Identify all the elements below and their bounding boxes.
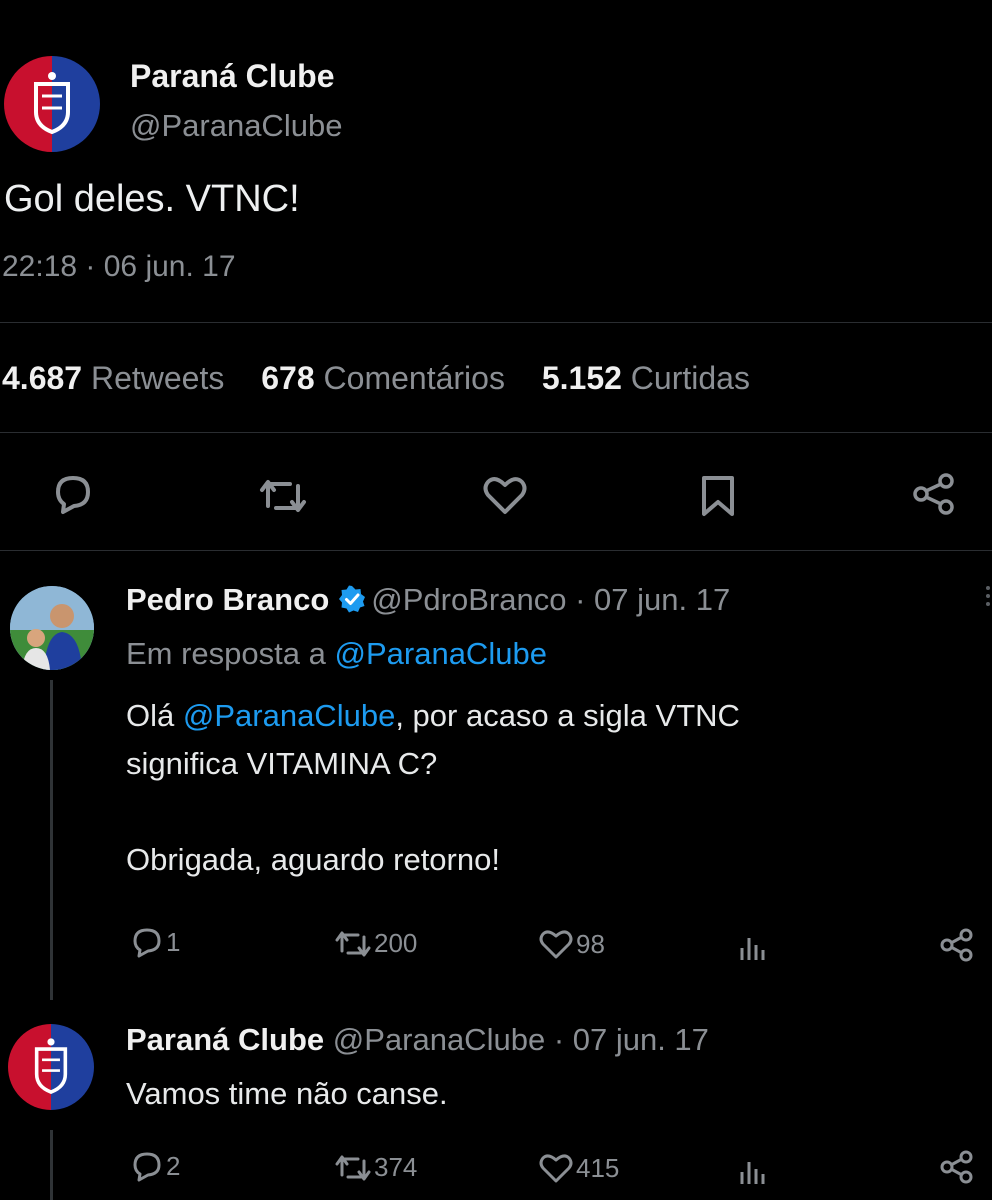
reply-date[interactable]: · 07 jun. 17 <box>575 582 730 617</box>
retweet-count: 200 <box>374 928 418 958</box>
views-icon <box>740 1162 765 1184</box>
like-icon <box>539 930 573 959</box>
reply-button[interactable]: 2 <box>130 1150 180 1182</box>
retweet-icon <box>335 1155 371 1180</box>
reply-icon <box>56 476 90 514</box>
verified-badge-icon <box>339 585 366 613</box>
like-count: 98 <box>576 928 605 959</box>
retweets-label[interactable]: Retweets <box>91 360 224 396</box>
reply-body-line2: significa VITAMINA C? <box>126 746 438 781</box>
divider <box>0 322 992 323</box>
reply-body-line1: , por acaso a sigla VTNC <box>395 698 740 733</box>
reply-author-name[interactable]: Paraná Clube <box>126 1022 324 1057</box>
like-icon <box>539 1154 573 1183</box>
reply-count: 1 <box>166 926 181 957</box>
reply-header: Pedro Branco @PdroBranco · 07 jun. 17 <box>126 582 730 618</box>
tweet-timestamp[interactable]: 22:18 · 06 jun. 17 <box>2 250 236 284</box>
bookmark-icon <box>702 476 734 516</box>
comments-label[interactable]: Comentários <box>324 360 505 396</box>
club-crest-icon <box>34 1038 68 1094</box>
user-photo-icon <box>10 586 94 670</box>
reply-date[interactable]: · 07 jun. 17 <box>554 1022 709 1057</box>
reply-text: Vamos time não canse. <box>126 1076 448 1111</box>
retweet-icon <box>260 480 306 512</box>
share-icon <box>940 1150 973 1184</box>
club-avatar[interactable] <box>4 56 100 152</box>
like-icon <box>483 477 527 514</box>
share-button[interactable] <box>940 1150 974 1184</box>
like-count: 415 <box>576 1152 620 1183</box>
views-button[interactable] <box>738 932 768 962</box>
reply-body-mention[interactable]: @ParanaClube <box>183 698 395 733</box>
share-button[interactable] <box>912 472 956 516</box>
reply-to-prefix: Em resposta a <box>126 636 326 671</box>
user-avatar[interactable] <box>10 586 94 670</box>
retweets-count[interactable]: 4.687 <box>2 360 82 396</box>
more-options-icon[interactable] <box>986 586 992 610</box>
reply-body-prefix: Olá <box>126 698 175 733</box>
author-name[interactable]: Paraná Clube <box>130 58 335 95</box>
reply-text: Olá @ParanaClube, por acaso a sigla VTNC… <box>126 692 966 884</box>
tweet-stats: 4.687 Retweets 678 Comentários 5.152 Cur… <box>2 360 750 397</box>
reply-author-name[interactable]: Pedro Branco <box>126 582 329 617</box>
retweet-button[interactable] <box>258 476 308 516</box>
like-button[interactable] <box>482 474 528 516</box>
club-crest-icon <box>34 72 70 135</box>
comments-count[interactable]: 678 <box>261 360 314 396</box>
like-button[interactable]: 415 <box>538 1152 619 1184</box>
author-handle[interactable]: @ParanaClube <box>130 108 342 144</box>
reply-body-line3: Obrigada, aguardo retorno! <box>126 842 500 877</box>
reply-context: Em resposta a @ParanaClube <box>126 636 547 672</box>
share-icon <box>913 473 954 515</box>
views-icon <box>740 938 765 960</box>
reply-icon <box>133 928 161 958</box>
reply-to-mention[interactable]: @ParanaClube <box>335 636 547 671</box>
share-button[interactable] <box>940 928 974 962</box>
reply-button[interactable] <box>50 472 96 516</box>
reply-header: Paraná Clube @ParanaClube · 07 jun. 17 <box>126 1022 709 1058</box>
like-button[interactable]: 98 <box>538 928 605 960</box>
club-avatar[interactable] <box>8 1024 94 1110</box>
likes-label[interactable]: Curtidas <box>631 360 750 396</box>
divider <box>0 432 992 433</box>
retweet-count: 374 <box>374 1152 418 1182</box>
tweet-text: Gol deles. VTNC! <box>4 178 300 220</box>
retweet-icon <box>335 931 371 956</box>
likes-count[interactable]: 5.152 <box>542 360 622 396</box>
reply-icon <box>133 1152 161 1182</box>
retweet-button[interactable]: 374 <box>334 1152 417 1183</box>
reply-button[interactable]: 1 <box>130 926 180 958</box>
share-icon <box>940 928 973 962</box>
reply-author-handle[interactable]: @ParanaClube <box>333 1022 545 1057</box>
reply-author-handle[interactable]: @PdroBranco <box>371 582 566 617</box>
thread-line <box>50 680 53 1000</box>
divider <box>0 550 992 551</box>
reply-count: 2 <box>166 1150 181 1181</box>
thread-line <box>50 1130 53 1200</box>
retweet-button[interactable]: 200 <box>334 928 417 959</box>
views-button[interactable] <box>738 1156 768 1186</box>
bookmark-button[interactable] <box>700 474 736 518</box>
